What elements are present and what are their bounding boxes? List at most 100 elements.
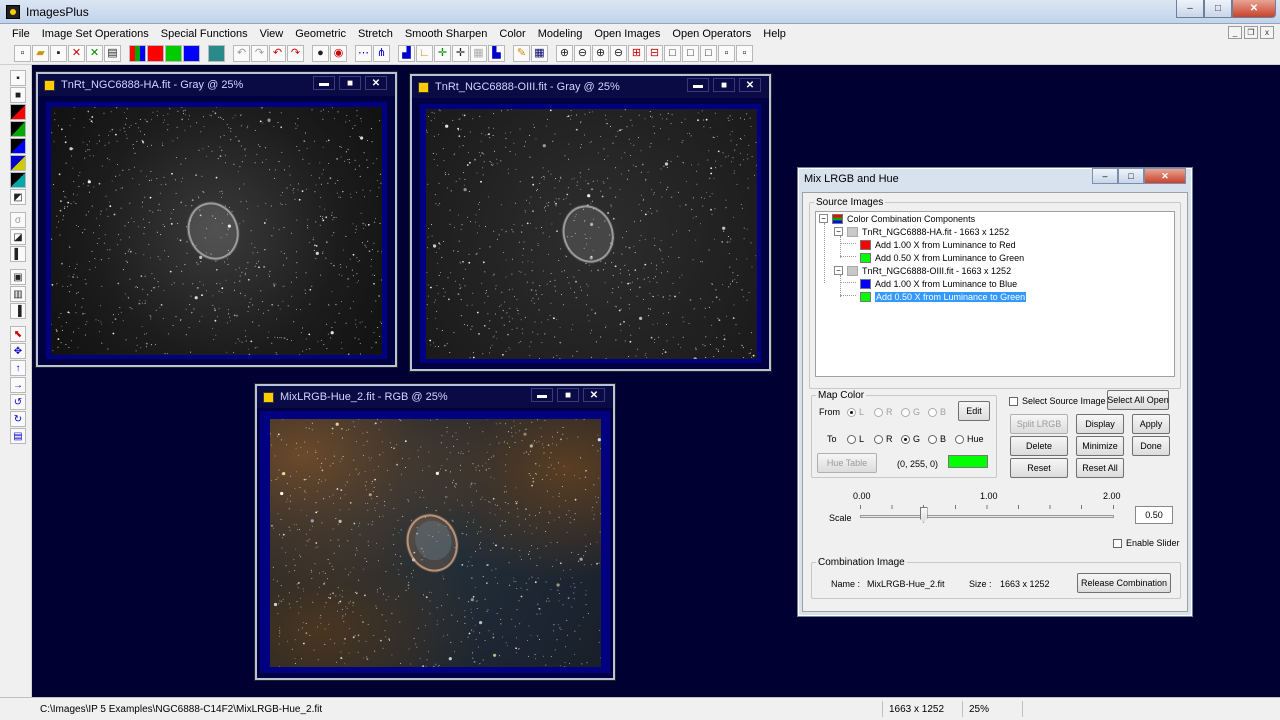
image-window-ha-titlebar[interactable]: TnRt_NGC6888-HA.fit - Gray @ 25% ▬ ■ ✕: [38, 74, 395, 96]
scale-value-field[interactable]: 0.50: [1135, 506, 1173, 524]
image-ha-minimize-button[interactable]: ▬: [313, 76, 335, 90]
menu-view[interactable]: View: [254, 28, 290, 40]
collapse-icon[interactable]: −: [834, 266, 843, 275]
delete-button[interactable]: Delete: [1010, 436, 1068, 456]
minimize-button[interactable]: –: [1176, 0, 1204, 18]
menu-stretch[interactable]: Stretch: [352, 28, 399, 40]
to-radio-hue[interactable]: Hue: [955, 434, 984, 444]
actual-size-icon[interactable]: ▫: [718, 45, 735, 62]
gradient-icon[interactable]: ◪: [10, 229, 26, 245]
image-mix-minimize-button[interactable]: ▬: [531, 388, 553, 402]
mdi-close-button[interactable]: x: [1260, 26, 1274, 39]
chart-icon[interactable]: ▙: [488, 45, 505, 62]
image-oiii-close-button[interactable]: ✕: [739, 78, 761, 92]
image-window-mix-titlebar[interactable]: MixLRGB-Hue_2.fit - RGB @ 25% ▬ ■ ✕: [257, 386, 613, 408]
open-folder-icon[interactable]: ▰: [32, 45, 49, 62]
dialog-minimize-button[interactable]: –: [1092, 168, 1118, 184]
blue-black-icon[interactable]: [10, 138, 26, 154]
image-window-ha[interactable]: TnRt_NGC6888-HA.fit - Gray @ 25% ▬ ■ ✕: [36, 72, 397, 367]
gamma-icon[interactable]: σ: [10, 212, 26, 228]
menu-open-images[interactable]: Open Images: [588, 28, 666, 40]
zoom-minus-red-icon[interactable]: ⊟: [646, 45, 663, 62]
black-square-icon[interactable]: ■: [10, 87, 26, 103]
invert-icon[interactable]: ◩: [10, 189, 26, 205]
mix-image-canvas[interactable]: [270, 419, 601, 667]
green-black-icon[interactable]: [10, 121, 26, 137]
tree-node-ha-green[interactable]: Add 0.50 X from Luminance to Green: [860, 251, 1024, 264]
redo-all-icon[interactable]: ↷: [287, 45, 304, 62]
menu-open-operators[interactable]: Open Operators: [666, 28, 757, 40]
histogram-icon[interactable]: ▟: [398, 45, 415, 62]
crosshair-icon[interactable]: ✛: [434, 45, 451, 62]
tree-icon[interactable]: ⋔: [373, 45, 390, 62]
curve-icon[interactable]: ∟: [416, 45, 433, 62]
tree-node-ha-file[interactable]: − TnRt_NGC6888-HA.fit - 1663 x 1252: [834, 225, 1009, 238]
point-icon[interactable]: ●: [312, 45, 329, 62]
reset-button[interactable]: Reset: [1010, 458, 1068, 478]
from-radio-r[interactable]: R: [874, 407, 893, 417]
edit-button[interactable]: Edit: [958, 401, 990, 421]
select-all-open-button[interactable]: Select All Open: [1107, 390, 1169, 410]
image-mix-maximize-button[interactable]: ■: [557, 388, 579, 402]
rotate-left-icon[interactable]: ↺: [10, 394, 26, 410]
new-icon[interactable]: ▫: [14, 45, 31, 62]
document-icon[interactable]: ▤: [10, 428, 26, 444]
zoom-in-alt-icon[interactable]: ⊕: [592, 45, 609, 62]
collapse-icon[interactable]: −: [834, 227, 843, 236]
from-radio-g[interactable]: G: [901, 407, 920, 417]
align-icon[interactable]: ▥: [10, 286, 26, 302]
pencil-icon[interactable]: ✎: [513, 45, 530, 62]
rgb-channels-icon[interactable]: [129, 45, 146, 62]
maximize-button[interactable]: □: [1204, 0, 1232, 18]
tree-node-oiii-blue[interactable]: Add 1.00 X from Luminance to Blue: [860, 277, 1017, 290]
dialog-maximize-button[interactable]: □: [1118, 168, 1144, 184]
arrow-up-icon[interactable]: ↑: [10, 360, 26, 376]
red-channel-icon[interactable]: [147, 45, 164, 62]
select-source-image-checkbox[interactable]: Select Source Image: [1009, 396, 1106, 406]
image-oiii-maximize-button[interactable]: ■: [713, 78, 735, 92]
menu-special-functions[interactable]: Special Functions: [155, 28, 254, 40]
image-window-mix[interactable]: MixLRGB-Hue_2.fit - RGB @ 25% ▬ ■ ✕: [255, 384, 615, 680]
fit-window-icon[interactable]: □: [664, 45, 681, 62]
close-button[interactable]: ✕: [1232, 0, 1276, 18]
blue-yellow-icon[interactable]: [10, 155, 26, 171]
select-icon[interactable]: ▣: [10, 269, 26, 285]
to-radio-r[interactable]: R: [874, 434, 893, 444]
minimize-dialog-button[interactable]: Minimize: [1076, 436, 1124, 456]
enable-slider-checkbox[interactable]: Enable Slider: [1113, 538, 1180, 548]
zoom-in-icon[interactable]: ⊕: [556, 45, 573, 62]
image-window-oiii-titlebar[interactable]: TnRt_NGC6888-OIII.fit - Gray @ 25% ▬ ■ ✕: [412, 76, 769, 98]
save-icon[interactable]: ▪: [50, 45, 67, 62]
to-radio-l[interactable]: L: [847, 434, 864, 444]
display-button[interactable]: Display: [1076, 414, 1124, 434]
blue-channel-icon[interactable]: [183, 45, 200, 62]
red-black-icon[interactable]: [10, 104, 26, 120]
image-ha-close-button[interactable]: ✕: [365, 76, 387, 90]
collapse-icon[interactable]: −: [819, 214, 828, 223]
ha-image-canvas[interactable]: [51, 107, 382, 355]
fit-width-icon[interactable]: □: [682, 45, 699, 62]
to-radio-g[interactable]: G: [901, 434, 920, 444]
arrow-right-icon[interactable]: →: [10, 377, 26, 393]
to-radio-b[interactable]: B: [928, 434, 946, 444]
table-icon[interactable]: ▦: [470, 45, 487, 62]
menu-image-set-operations[interactable]: Image Set Operations: [36, 28, 155, 40]
from-radio-l[interactable]: L: [847, 407, 864, 417]
menu-color[interactable]: Color: [493, 28, 531, 40]
zoom-out-alt-icon[interactable]: ⊖: [610, 45, 627, 62]
image-ha-maximize-button[interactable]: ■: [339, 76, 361, 90]
move-icon[interactable]: ✥: [10, 343, 26, 359]
dialog-titlebar[interactable]: Mix LRGB and Hue – □ ✕: [798, 168, 1192, 190]
from-radio-b[interactable]: B: [928, 407, 946, 417]
image-window-oiii[interactable]: TnRt_NGC6888-OIII.fit - Gray @ 25% ▬ ■ ✕: [410, 74, 771, 371]
fit-height-icon[interactable]: □: [700, 45, 717, 62]
menu-smooth-sharpen[interactable]: Smooth Sharpen: [399, 28, 494, 40]
split-lrgb-button[interactable]: Split LRGB: [1010, 414, 1068, 434]
columns-icon[interactable]: ▐: [10, 303, 26, 319]
zoom-out-icon[interactable]: ⊖: [574, 45, 591, 62]
close-all-icon[interactable]: ✕: [86, 45, 103, 62]
scale-slider-track[interactable]: [860, 515, 1114, 518]
release-combination-button[interactable]: Release Combination: [1077, 573, 1171, 593]
dots-icon[interactable]: ⋯: [355, 45, 372, 62]
small-size-icon[interactable]: ▫: [736, 45, 753, 62]
